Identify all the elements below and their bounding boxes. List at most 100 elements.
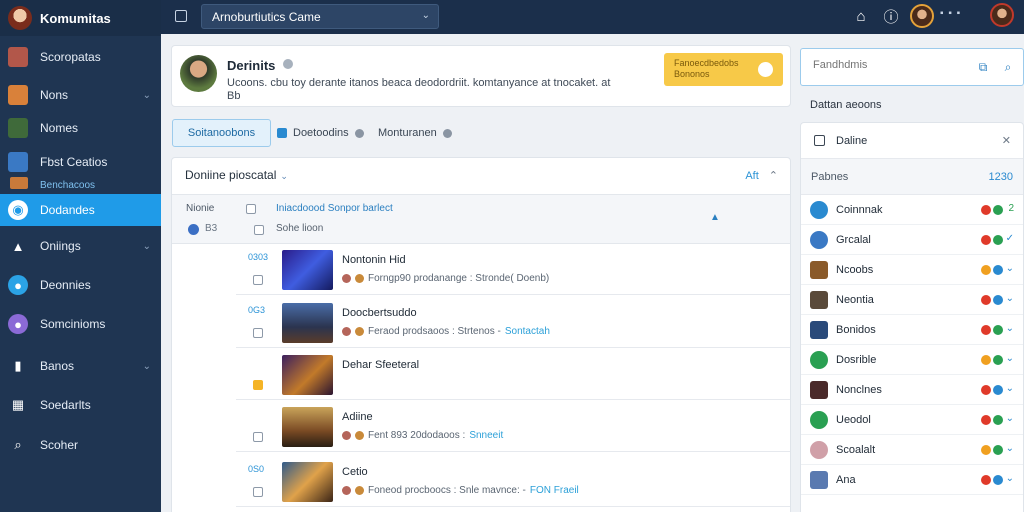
game-title[interactable]: Doocbertsuddo <box>342 307 417 319</box>
chevron-down-icon[interactable]: ⌄ <box>1006 383 1014 394</box>
game-thumbnail[interactable] <box>282 407 333 447</box>
chevron-down-icon[interactable]: ⌄ <box>1006 473 1014 484</box>
tab-soitanoobons[interactable]: Soitanoobons <box>172 119 271 147</box>
app-title: Komumitas <box>40 10 111 26</box>
profile-description: Ucoons. cbu toy derante itanos beaca deo… <box>227 77 611 102</box>
game-title[interactable]: Cetio <box>342 466 368 478</box>
friend-item[interactable]: Scoalalt ⌄ <box>801 435 1023 465</box>
sidebar-item-dodandes[interactable]: ◉ Dodandes <box>0 194 161 226</box>
tab-label: Soitanoobons <box>187 127 256 139</box>
friends-header-label: Pabnes <box>811 171 849 183</box>
row-checkbox[interactable] <box>253 328 263 338</box>
col-link[interactable]: Iniacdoood Sonpor barlect <box>276 203 393 214</box>
tab-monturanen[interactable]: Monturanen <box>378 119 452 147</box>
row-checkbox[interactable] <box>253 432 263 442</box>
meta-link[interactable]: FON Fraeil <box>530 485 579 496</box>
game-meta: Fent 893 20dodaoos : Snneeit <box>342 430 503 441</box>
sidebar-item-fbst-ceatios[interactable]: Fbst Ceatios <box>0 147 161 177</box>
chevron-down-icon[interactable]: ⌄ <box>1006 323 1014 334</box>
chevron-down-icon: ⌄ <box>142 360 151 372</box>
header-checkbox[interactable] <box>246 204 256 214</box>
sub-checkbox[interactable] <box>254 225 264 235</box>
count-badge[interactable]: 2 <box>1008 203 1014 214</box>
list-filter[interactable]: Doniine pioscatal ⌄ <box>185 168 288 182</box>
sidebar-item-nomes[interactable]: Nomes <box>0 113 161 143</box>
friend-item[interactable]: Coinnnak 2 <box>801 195 1023 225</box>
sidebar-item-oniings[interactable]: ▲ Oniings ⌄ <box>0 231 161 261</box>
search-icon: ⌕ <box>14 437 22 452</box>
search-icon[interactable]: ⌕ <box>1001 60 1015 74</box>
game-thumbnail[interactable] <box>282 250 333 290</box>
sidebar-item-deonnies[interactable]: ● Deonnies <box>0 270 161 300</box>
sort-icon[interactable]: ▲ <box>710 212 720 223</box>
circle-icon: ● <box>8 275 28 295</box>
online-checkbox[interactable] <box>814 135 825 146</box>
game-title[interactable]: Adiine <box>342 411 373 423</box>
chevron-down-icon[interactable]: ✓ <box>1006 233 1014 244</box>
edit-icon[interactable] <box>283 59 293 69</box>
chevron-down-icon[interactable]: ⌄ <box>1006 413 1014 424</box>
friend-name: Nonclnes <box>836 384 882 396</box>
sidebar-item-scoropatas[interactable]: Scoropatas <box>0 42 161 72</box>
friend-item[interactable]: Grcalal ✓ <box>801 225 1023 255</box>
info-icon[interactable]: ⓘ <box>881 6 901 26</box>
shield-icon <box>758 62 773 77</box>
friend-item[interactable]: Nonclnes ⌄ <box>801 375 1023 405</box>
game-thumbnail[interactable] <box>282 303 333 343</box>
game-select-value: Arnoburtiutics Came <box>212 9 321 24</box>
sidebar-item-label: Nomes <box>40 121 79 135</box>
right-panel-title: Dattan aeoons <box>810 99 882 111</box>
status-dot <box>981 355 991 365</box>
meta-text: Foneod procboocs : Snle mavnce: - <box>368 485 526 496</box>
promo-banner[interactable]: Fanoecdbedobs Bononos <box>664 53 783 86</box>
game-title[interactable]: Nontonin Hid <box>342 254 406 266</box>
profile-avatar[interactable] <box>990 3 1014 27</box>
friend-item[interactable]: Ana ⌄ <box>801 465 1023 495</box>
status-dot <box>993 265 1003 275</box>
close-icon[interactable]: ✕ <box>1002 134 1011 147</box>
friend-item[interactable]: Ueodol ⌄ <box>801 405 1023 435</box>
sidebar-sub-label[interactable]: Benchacoos <box>40 180 95 191</box>
filter-icon[interactable]: ⧉ <box>976 60 990 74</box>
status-dot <box>993 445 1003 455</box>
sidebar-item-banos[interactable]: ▮ Banos ⌄ <box>0 351 161 381</box>
profile-picture[interactable] <box>180 55 217 92</box>
meta-link[interactable]: Sontactah <box>505 326 550 337</box>
sidebar-item-nons[interactable]: Nons ⌄ <box>0 80 161 110</box>
meta-text: Feraod prodsaoos : Strtenos - <box>368 326 501 337</box>
friend-item[interactable]: Neontia ⌄ <box>801 285 1023 315</box>
game-select[interactable]: Arnoburtiutics Came ⌄ <box>201 4 439 29</box>
game-thumbnail[interactable] <box>282 355 333 395</box>
chevron-down-icon[interactable]: ⌄ <box>1006 443 1014 454</box>
sidebar-item-scoher[interactable]: ⌕ Scoher <box>0 430 161 460</box>
chevron-up-icon[interactable]: ⌃ <box>769 170 778 182</box>
brand[interactable]: Komumitas <box>0 0 161 36</box>
tab-label: Doetoodins <box>293 127 349 139</box>
col-name[interactable]: Nionie <box>186 203 214 214</box>
more-icon[interactable]: ▪ ▪ ▪ <box>940 8 961 19</box>
list-actions[interactable]: Aft ⌃ <box>745 169 778 182</box>
search-input[interactable] <box>813 59 963 71</box>
sidebar-item-somcinioms[interactable]: ● Somcinioms <box>0 309 161 339</box>
game-title[interactable]: Dehar Sfeeteral <box>342 359 419 371</box>
chevron-down-icon[interactable]: ⌄ <box>1006 353 1014 364</box>
friend-item[interactable]: Ncoobs ⌄ <box>801 255 1023 285</box>
friend-item[interactable]: Bonidos ⌄ <box>801 315 1023 345</box>
row-checkbox[interactable] <box>253 275 263 285</box>
online-filter[interactable]: Daline ✕ <box>801 123 1023 159</box>
game-thumbnail[interactable] <box>282 462 333 502</box>
sidebar-item-soedarlts[interactable]: ▦ Soedarlts <box>0 390 161 420</box>
col-sub: Sohe lioon <box>276 223 324 234</box>
chevron-down-icon[interactable]: ⌄ <box>1006 293 1014 304</box>
search-box[interactable]: ⧉ ⌕ <box>800 48 1024 86</box>
chevron-down-icon[interactable]: ⌄ <box>1006 263 1014 274</box>
status-dot <box>981 475 991 485</box>
meta-link[interactable]: Snneeit <box>469 430 503 441</box>
user-avatar[interactable] <box>910 4 934 28</box>
home-icon[interactable]: ⌂ <box>851 6 871 26</box>
row-checkbox[interactable] <box>253 487 263 497</box>
select-all-checkbox[interactable] <box>175 10 187 22</box>
friend-item[interactable]: Dosrible ⌄ <box>801 345 1023 375</box>
flag-icon[interactable] <box>253 380 263 390</box>
tab-doetoodins[interactable]: Doetoodins <box>277 119 364 147</box>
